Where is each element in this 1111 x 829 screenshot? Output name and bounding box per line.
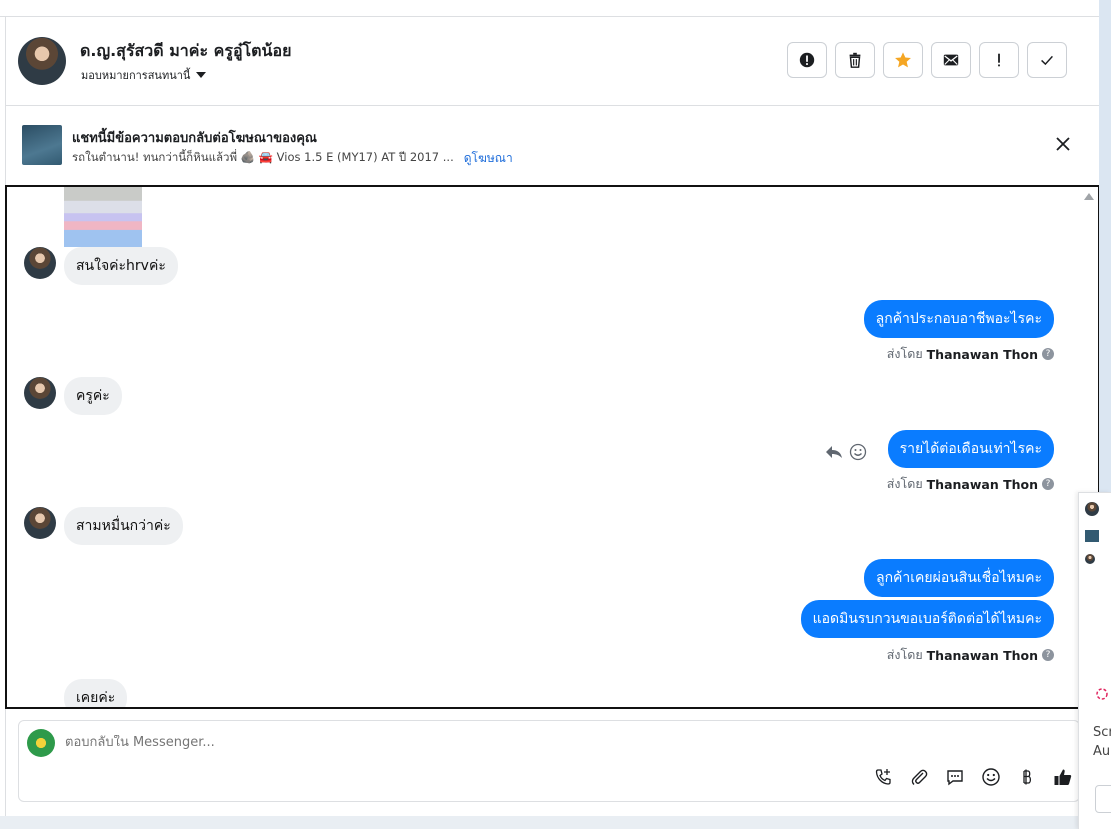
composer-toolbar — [873, 767, 1073, 787]
message-hover-actions — [825, 443, 867, 461]
contact-avatar[interactable] — [18, 37, 66, 85]
incoming-message[interactable]: ครูค่ะ — [64, 377, 122, 415]
side-panel-button[interactable] — [1095, 785, 1111, 813]
star-icon — [895, 52, 911, 68]
view-ad-link[interactable]: ดูโฆษณา — [464, 149, 513, 168]
chat-bubble-icon — [947, 770, 963, 786]
side-list-item[interactable] — [1085, 501, 1111, 517]
sent-by-prefix: ส่งโดย — [886, 476, 923, 491]
alert-circle-icon — [799, 52, 815, 68]
inbox-app: ด.ญ.สุรัสวดี มาค่ะ ครูอู๋โตน้อย มอบหมายก… — [0, 0, 1100, 816]
emoji-button[interactable] — [981, 767, 1001, 787]
like-button[interactable] — [1053, 767, 1073, 787]
delete-button[interactable] — [835, 42, 875, 78]
outgoing-message[interactable]: ลูกค้าเคยผ่อนสินเชื่อไหมคะ — [863, 559, 1054, 597]
thumbs-up-icon — [1054, 769, 1072, 785]
report-spam-button[interactable] — [787, 42, 827, 78]
ad-reply-banner: แชทนี้มีข้อความตอบกลับต่อโฆษณาของคุณ รถใ… — [6, 106, 1099, 184]
baht-icon — [1023, 769, 1032, 785]
side-list-item[interactable] — [1085, 528, 1111, 544]
assign-label: มอบหมายการสนทนานี้ — [81, 69, 191, 82]
sent-by-prefix: ส่งโดย — [886, 647, 923, 662]
reply-input[interactable] — [65, 735, 965, 750]
check-icon — [1041, 55, 1053, 66]
outgoing-message[interactable]: แอดมินรบกวนขอเบอร์ติดต่อได้ไหมคะ — [800, 600, 1054, 638]
scroll-up-arrow-icon[interactable] — [1084, 193, 1094, 200]
conversation-header: ด.ญ.สุรัสวดี มาค่ะ ครูอู๋โตน้อย มอบหมายก… — [6, 18, 1099, 106]
sender-name: Thanawan Thon — [926, 647, 1038, 663]
star-button[interactable] — [883, 42, 923, 78]
caret-down-icon — [196, 72, 207, 78]
sent-by-label: ส่งโดย Thanawan Thon ? — [887, 645, 1054, 665]
side-panel-text-2: Au — [1093, 744, 1111, 759]
incoming-message[interactable]: สามหมื่นกว่าค่ะ — [64, 507, 183, 545]
mark-done-button[interactable] — [1027, 42, 1067, 78]
ad-banner-title: แชทนี้มีข้อความตอบกลับต่อโฆษณาของคุณ — [72, 131, 317, 146]
side-panel-text-1: Scr — [1093, 725, 1111, 740]
follow-up-button[interactable] — [979, 42, 1019, 78]
sent-by-label: ส่งโดย Thanawan Thon ? — [887, 474, 1054, 494]
contact-avatar-small — [24, 377, 56, 409]
paperclip-icon — [911, 769, 928, 785]
message-thread[interactable]: สนใจค่ะhrvค่ะ ลูกค้าประกอบอาชีพอะไรคะ ส่… — [5, 185, 1100, 709]
contact-avatar-small — [24, 507, 56, 539]
ad-banner-subtitle: รถในตำนาน! ทนกว่านี้ก็หินแล้วพี่ 🪨 🚘 Vio… — [72, 150, 454, 164]
side-panel-partial: Scr Au — [1078, 492, 1111, 829]
header-actions — [787, 42, 1067, 78]
help-icon[interactable]: ? — [1042, 478, 1054, 490]
envelope-icon — [943, 54, 959, 66]
outgoing-message[interactable]: ลูกค้าประกอบอาชีพอะไรคะ — [863, 300, 1054, 338]
call-button[interactable] — [873, 767, 893, 787]
assign-conversation-dropdown[interactable]: มอบหมายการสนทนานี้ — [81, 66, 207, 84]
sender-name: Thanawan Thon — [926, 476, 1038, 492]
help-icon[interactable]: ? — [1042, 649, 1054, 661]
contact-name[interactable]: ด.ญ.สุรัสวดี มาค่ะ ครูอู๋โตน้อย — [80, 39, 291, 64]
attach-file-button[interactable] — [909, 767, 929, 787]
avatar — [1085, 554, 1095, 564]
smiley-icon — [982, 768, 1000, 786]
emoji-react-icon[interactable] — [849, 443, 867, 461]
avatar — [1085, 502, 1099, 516]
outgoing-message[interactable]: รายได้ต่อเดือนเท่าไรคะ — [887, 430, 1054, 468]
sent-by-prefix: ส่งโดย — [886, 346, 923, 361]
image-attachment[interactable] — [64, 187, 142, 247]
ad-thumbnail[interactable] — [22, 125, 62, 165]
app-logo-icon — [1096, 688, 1108, 700]
ad-banner-subtitle-row: รถในตำนาน! ทนกว่านี้ก็หินแล้วพี่ 🪨 🚘 Vio… — [72, 149, 513, 168]
close-icon[interactable] — [1053, 134, 1073, 154]
sent-by-label: ส่งโดย Thanawan Thon ? — [887, 344, 1054, 364]
contact-avatar-small — [24, 247, 56, 279]
help-icon[interactable]: ? — [1042, 348, 1054, 360]
sender-name: Thanawan Thon — [926, 346, 1038, 362]
phone-plus-icon — [875, 769, 891, 785]
incoming-message[interactable]: เคยค่ะ — [64, 679, 128, 707]
reply-composer — [18, 720, 1080, 802]
mark-unread-button[interactable] — [931, 42, 971, 78]
payment-button[interactable] — [1017, 767, 1037, 787]
side-list-item[interactable] — [1085, 551, 1111, 567]
exclamation-icon — [998, 53, 1000, 67]
top-strip — [0, 0, 1099, 17]
ad-thumbnail — [1085, 530, 1099, 542]
saved-replies-button[interactable] — [945, 767, 965, 787]
reply-icon[interactable] — [825, 444, 843, 460]
trash-icon — [849, 52, 861, 68]
incoming-message[interactable]: สนใจค่ะhrvค่ะ — [64, 247, 178, 285]
page-avatar — [27, 729, 55, 757]
